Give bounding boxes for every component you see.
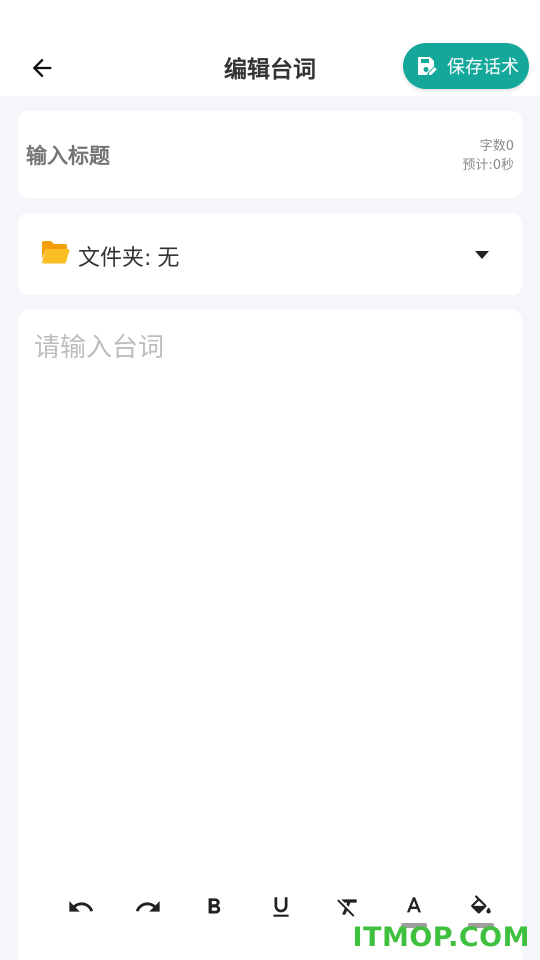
undo-icon <box>69 901 94 912</box>
watermark-logo: ITMOP.COM <box>352 922 530 953</box>
word-count: 字数0 <box>479 139 514 154</box>
app-header: 编辑台词 保存话术 <box>0 0 540 96</box>
folder-value: 无 <box>157 246 180 271</box>
save-script-button[interactable]: 保存话术 <box>403 43 529 89</box>
title-input[interactable] <box>26 141 386 171</box>
script-editor-card: 请输入台词 <box>18 309 522 960</box>
folder-label-text: 文件夹: <box>78 246 152 271</box>
redo-icon <box>135 901 160 912</box>
estimated-time: 预计:0秒 <box>462 158 514 173</box>
folder-label: 文件夹: 无 <box>78 240 185 272</box>
fill-color-button[interactable] <box>466 892 496 928</box>
redo-button[interactable] <box>133 892 163 922</box>
save-edit-icon <box>418 57 437 75</box>
clear-format-icon <box>336 899 357 917</box>
script-stats: 字数0 预计:0秒 <box>462 137 514 175</box>
clear-format-button[interactable] <box>333 892 363 922</box>
text-color-button[interactable] <box>399 892 429 928</box>
undo-button[interactable] <box>66 892 96 922</box>
text-color-icon <box>407 897 422 913</box>
script-text-area[interactable]: 请输入台词 <box>34 327 504 847</box>
underline-icon <box>273 897 289 917</box>
save-button-label: 保存话术 <box>447 57 519 78</box>
fill-color-icon <box>471 895 491 914</box>
folder-open-icon <box>42 241 70 264</box>
title-card: 字数0 预计:0秒 <box>18 111 522 198</box>
format-toolbar <box>66 891 496 928</box>
caret-down-icon <box>475 251 489 259</box>
bold-button[interactable] <box>199 892 229 922</box>
bold-icon <box>208 898 221 914</box>
folder-selector[interactable]: 文件夹: 无 <box>18 213 522 295</box>
edit-script-screen: 编辑台词 保存话术 字数0 预计:0秒 文件夹:无 请输入台词 <box>0 0 540 960</box>
underline-button[interactable] <box>266 892 296 922</box>
